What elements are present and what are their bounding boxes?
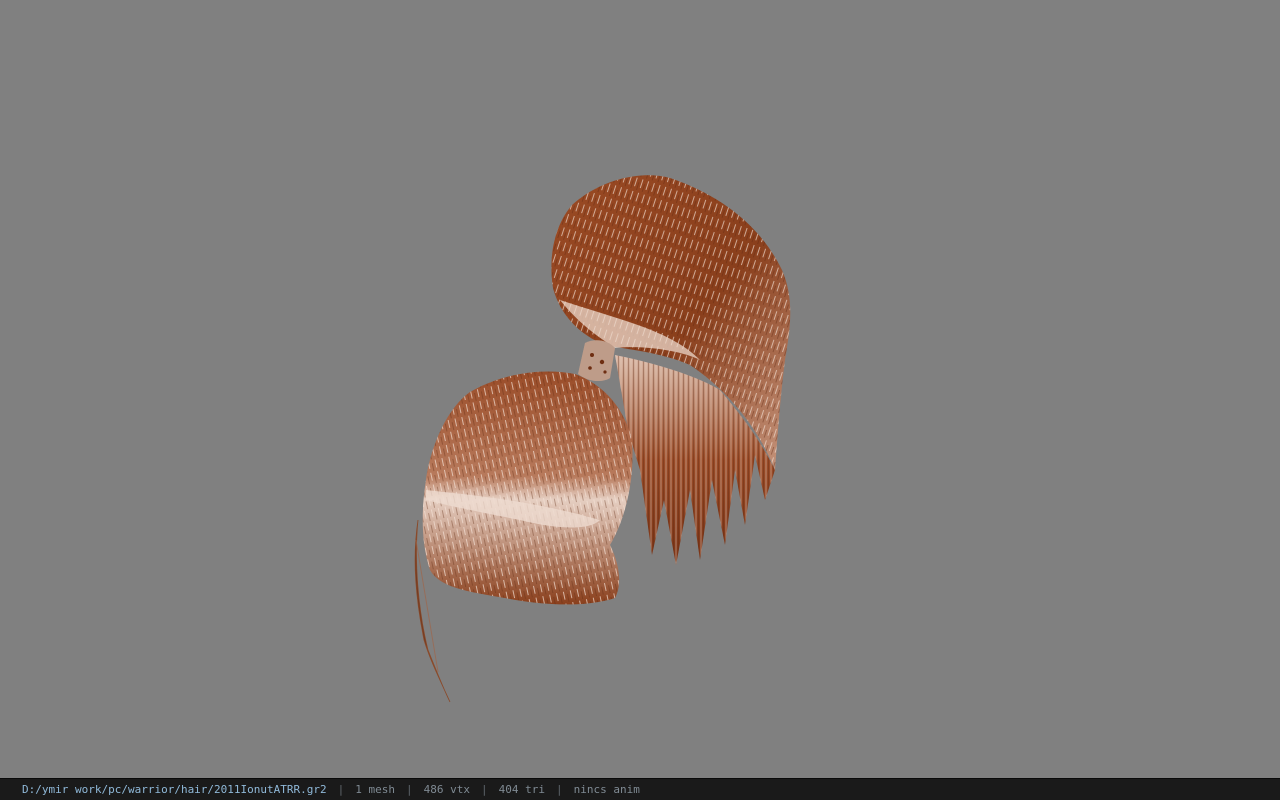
separator: | [406,783,413,796]
separator: | [481,783,488,796]
separator: | [555,783,563,796]
3d-viewport[interactable] [0,0,1280,778]
separator: | [337,783,345,796]
hair-model-render [414,175,791,703]
animation-status: nincs anim [573,783,640,796]
vertex-count: 486 vtx [423,783,470,796]
hair-lower-bun [422,371,633,605]
triangle-count: 404 tri [498,783,545,796]
mesh-count: 1 mesh [355,783,396,796]
status-bar: D:/ymir work/pc/warrior/hair/2011IonutAT… [0,778,1280,800]
hair-tie [578,340,615,382]
file-path: D:/ymir work/pc/warrior/hair/2011IonutAT… [22,783,327,796]
